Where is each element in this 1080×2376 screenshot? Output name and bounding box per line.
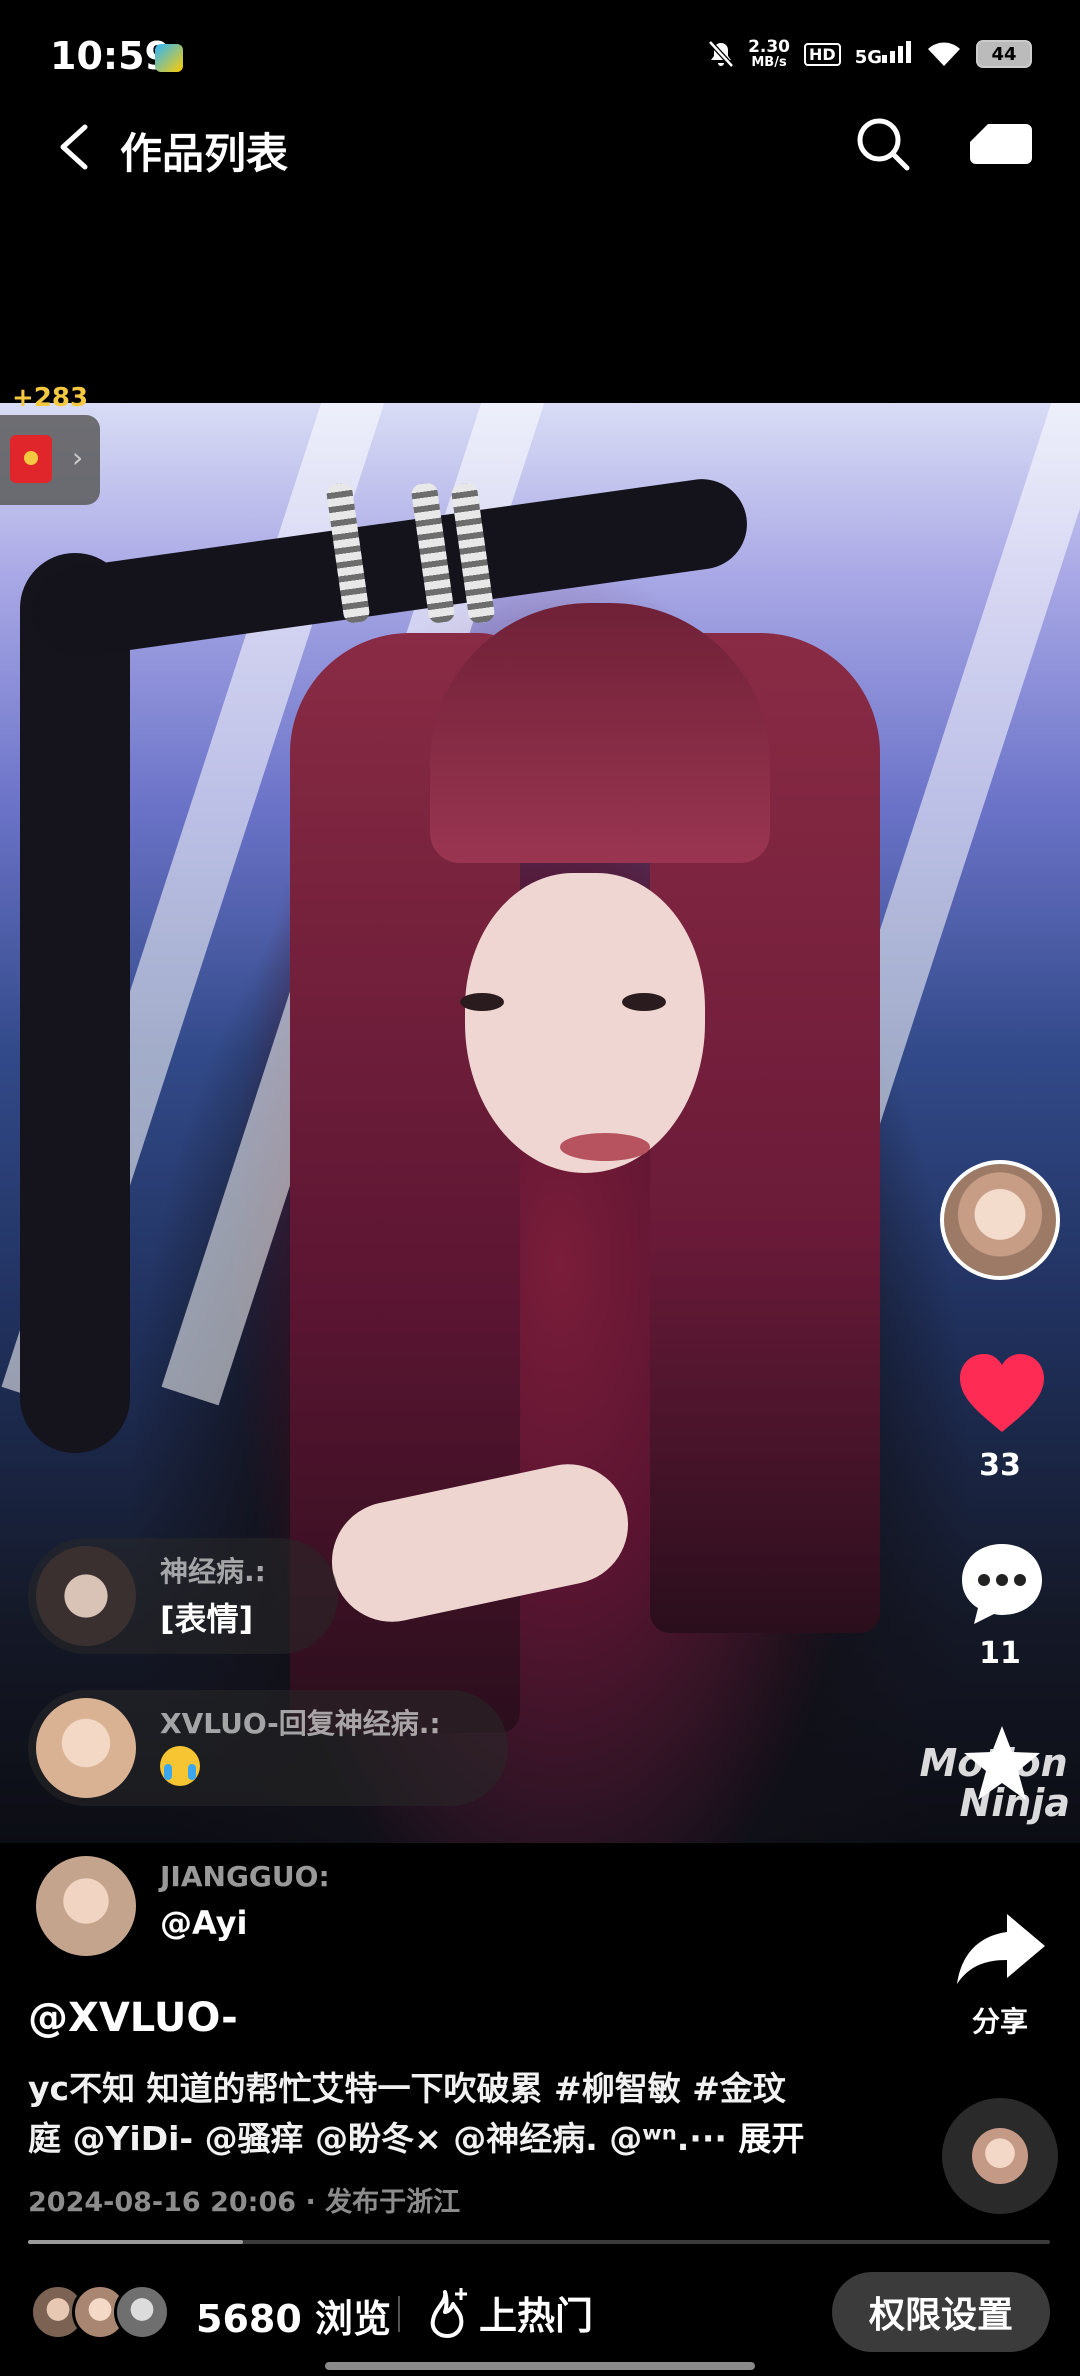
home-indicator[interactable] (325, 2362, 755, 2370)
red-packet-box[interactable]: › (0, 415, 100, 505)
caption-line: yc不知 知道的帮忙艾特一下吹破累 #柳智敏 #金玟 (28, 2069, 786, 2108)
permission-settings-button[interactable]: 权限设置 (832, 2272, 1050, 2352)
star-icon[interactable] (960, 1722, 1044, 1806)
author-name[interactable]: @XVLUO- (28, 1995, 238, 2041)
net-speed-value: 2.30 (748, 37, 791, 57)
heart-icon[interactable] (958, 1352, 1046, 1436)
bottom-bar: 5680 浏览 上热门 权限设置 (0, 2262, 1080, 2362)
cellular-signal-icon: 5G (854, 40, 912, 68)
performer-face (465, 873, 705, 1173)
music-disc-cover (972, 2128, 1028, 2184)
comment-count: 11 (979, 1636, 1021, 1671)
performer-lips (560, 1133, 650, 1161)
music-disc[interactable] (942, 2098, 1058, 2214)
red-packet-widget[interactable]: +283 › (0, 375, 100, 505)
publish-meta: 2024-08-16 20:06 · 发布于浙江 (28, 2187, 461, 2218)
status-icons: 2.30 MB/s HD 5G 44 (708, 38, 1032, 70)
chevron-right-icon: › (72, 441, 84, 474)
back-arrow-icon[interactable] (55, 122, 95, 172)
danmaku-comment[interactable]: JIANGGUO: @Ayi (28, 1848, 348, 1964)
view-count[interactable]: 5680 浏览 (196, 2288, 391, 2343)
viewer-avatar (114, 2284, 170, 2340)
caption-line: 庭 @YiDi- @骚痒 @盼冬× @神经病. @ʷⁿ.··· (28, 2119, 739, 2158)
commenter-avatar (36, 1698, 136, 1798)
red-envelope-icon (10, 435, 52, 483)
performer-eye (460, 993, 504, 1011)
caption-line-2: 庭 @YiDi- @骚痒 @盼冬× @神经病. @ʷⁿ.··· 展开 (28, 2114, 888, 2164)
app-notification-icon (155, 44, 183, 72)
top-nav: 作品列表 (0, 110, 1080, 180)
hd-badge: HD (804, 42, 841, 66)
comment-text: @Ayi (160, 1904, 248, 1942)
flame-plus-icon (430, 2288, 467, 2338)
performer-eye (622, 993, 666, 1011)
expand-link[interactable]: 展开 (738, 2119, 804, 2158)
mute-bell-icon (708, 40, 734, 68)
comment-text (160, 1746, 200, 1794)
danmaku-comment[interactable]: XVLUO-回复神经病.: (28, 1690, 508, 1806)
comment-icon[interactable] (958, 1540, 1046, 1628)
status-time: 10:59 (50, 34, 171, 78)
commenter-avatar (36, 1856, 136, 1956)
video-caption[interactable]: yc不知 知道的帮忙艾特一下吹破累 #柳智敏 #金玟 庭 @YiDi- @骚痒 … (28, 2064, 888, 2164)
danmaku-comment[interactable]: 神经病.: [表情] (28, 1538, 338, 1654)
network-type: 5G (854, 46, 882, 68)
commenter-name: 神经病.: (160, 1555, 266, 1588)
search-icon[interactable] (855, 116, 911, 172)
net-speed-unit: MB/s (751, 55, 787, 70)
red-packet-count: +283 (12, 383, 89, 413)
commenter-name: XVLUO-回复神经病.: (160, 1707, 441, 1740)
share-label: 分享 (971, 2005, 1028, 2038)
net-speed: 2.30 MB/s (748, 38, 790, 70)
video-progress-bar[interactable] (28, 2240, 1050, 2244)
crying-emoji-icon (160, 1746, 200, 1786)
page-title: 作品列表 (120, 129, 289, 178)
divider (398, 2296, 400, 2332)
commenter-name: JIANGGUO: (160, 1860, 330, 1893)
promote-button[interactable]: 上热门 (425, 2282, 593, 2342)
viewer-avatars[interactable] (30, 2284, 170, 2340)
creator-avatar[interactable] (940, 1160, 1060, 1280)
comment-text: [表情] (160, 1600, 254, 1638)
performer-arm (20, 553, 130, 1453)
promote-label: 上热门 (479, 2293, 594, 2338)
battery-icon: 44 (976, 40, 1032, 68)
commenter-avatar (36, 1546, 136, 1646)
video-progress-fill (28, 2240, 243, 2244)
status-bar: 10:59 2.30 MB/s HD 5G 44 (0, 0, 1080, 110)
like-count: 33 (979, 1448, 1021, 1483)
wifi-icon (928, 42, 960, 66)
share-arrow-icon[interactable] (955, 1910, 1047, 1988)
video-camera-icon[interactable] (970, 122, 1032, 166)
